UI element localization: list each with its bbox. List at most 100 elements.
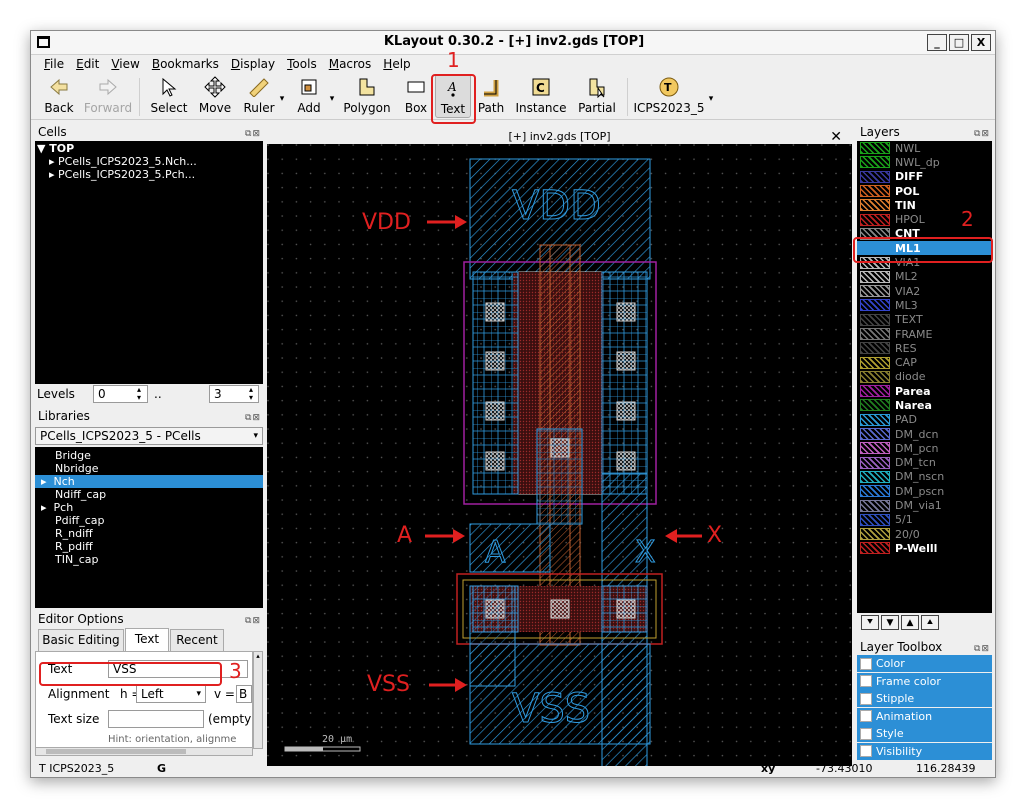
layer-row[interactable]: 20/0: [857, 527, 992, 541]
layer-row[interactable]: 5/1: [857, 513, 992, 527]
lib-item[interactable]: Ndiff_cap: [35, 488, 263, 501]
expand-checkbox-icon[interactable]: [860, 675, 872, 687]
layer-row[interactable]: DM_via1: [857, 498, 992, 512]
move-button[interactable]: Move: [195, 74, 235, 120]
dock-buttons-icon[interactable]: ⧉⊠: [974, 641, 990, 657]
layer-row[interactable]: diode: [857, 370, 992, 384]
maximize-button[interactable]: □: [949, 34, 969, 51]
cell-nch[interactable]: ▸ PCells_ICPS2023_5.Nch...: [37, 155, 261, 168]
instance-button[interactable]: C Instance: [513, 74, 569, 120]
library-select[interactable]: PCells_ICPS2023_5 - PCells ▾: [35, 427, 263, 445]
layer-row[interactable]: DM_dcn: [857, 427, 992, 441]
v-align-select[interactable]: B: [236, 685, 252, 703]
layer-row[interactable]: DM_tcn: [857, 456, 992, 470]
layer-row[interactable]: RES: [857, 341, 992, 355]
expand-checkbox-icon[interactable]: [860, 657, 872, 670]
lib-item[interactable]: TIN_cap: [35, 553, 263, 566]
toolbox-item[interactable]: Frame color: [857, 672, 992, 690]
menu-macros[interactable]: Macros: [329, 55, 372, 73]
dock-buttons-icon[interactable]: ⧉⊠: [245, 410, 261, 426]
layer-row[interactable]: ML3: [857, 298, 992, 312]
ruler-dropdown-arrow[interactable]: ▾: [277, 94, 287, 106]
expand-checkbox-icon[interactable]: [860, 692, 872, 705]
move-up-icon[interactable]: ▲: [901, 615, 919, 630]
partial-button[interactable]: Partial: [575, 74, 619, 120]
menu-file[interactable]: File: [44, 55, 64, 73]
menu-edit[interactable]: Edit: [76, 55, 99, 73]
lib-item[interactable]: R_ndiff: [35, 527, 263, 540]
macro-dropdown-arrow[interactable]: ▾: [705, 94, 717, 106]
layer-row[interactable]: NWL: [857, 141, 992, 155]
h-align-select[interactable]: Left ▾: [136, 685, 206, 703]
layer-row[interactable]: Narea: [857, 398, 992, 412]
expand-checkbox-icon[interactable]: [860, 727, 872, 740]
layer-row[interactable]: DM_pscn: [857, 484, 992, 498]
layer-row[interactable]: POL: [857, 184, 992, 198]
expand-checkbox-icon[interactable]: [860, 710, 872, 722]
lib-item-selected[interactable]: ▸ Nch: [35, 475, 263, 488]
lib-item[interactable]: R_pdiff: [35, 540, 263, 553]
polygon-button[interactable]: Polygon: [337, 74, 397, 120]
back-button[interactable]: Back: [39, 74, 79, 120]
lib-item[interactable]: Pdiff_cap: [35, 514, 263, 527]
editor-scrollbar[interactable]: ▴: [253, 651, 263, 749]
add-button[interactable]: Add: [287, 74, 331, 120]
library-cell-list[interactable]: Bridge Nbridge ▸ Nch Ndiff_cap ▸ Pch Pdi…: [35, 447, 263, 608]
close-button[interactable]: X: [971, 34, 991, 51]
layer-swatch-icon: [860, 328, 890, 340]
lib-item[interactable]: ▸ Pch: [35, 501, 263, 514]
editor-hscrollbar[interactable]: [35, 747, 253, 756]
ruler-button[interactable]: Ruler: [239, 74, 279, 120]
levels-to-spinner-icon[interactable]: ▴ ▾: [249, 386, 253, 402]
dock-buttons-icon[interactable]: ⧉⊠: [245, 126, 261, 142]
layer-row[interactable]: DIFF: [857, 170, 992, 184]
toolbox-item[interactable]: Stipple: [857, 690, 992, 707]
expand-checkbox-icon[interactable]: [860, 745, 872, 757]
window-title: KLayout 0.30.2 - [+] inv2.gds [TOP]: [383, 34, 645, 49]
cell-top[interactable]: ▼ TOP: [37, 142, 261, 155]
layer-row[interactable]: DM_pcn: [857, 441, 992, 455]
box-button[interactable]: Box: [401, 74, 431, 120]
layer-row[interactable]: PAD: [857, 413, 992, 427]
menu-tools[interactable]: Tools: [287, 55, 317, 73]
toolbox-item[interactable]: Animation: [857, 707, 992, 725]
menu-bookmarks[interactable]: Bookmarks: [152, 55, 219, 73]
layer-row[interactable]: P-Welll: [857, 541, 992, 555]
layout-canvas[interactable]: VDD A X VSS VDD A X VSS 20 µm: [267, 144, 852, 766]
lib-item[interactable]: Bridge: [35, 449, 263, 462]
layer-row[interactable]: DM_nscn: [857, 470, 992, 484]
dock-buttons-icon[interactable]: ⧉⊠: [974, 126, 990, 142]
levels-from-spinner-icon[interactable]: ▴ ▾: [137, 386, 141, 402]
cell-tree[interactable]: ▼ TOP ▸ PCells_ICPS2023_5.Nch... ▸ PCell…: [35, 141, 263, 384]
menu-view[interactable]: View: [111, 55, 139, 73]
forward-button[interactable]: Forward: [83, 74, 133, 120]
menu-display[interactable]: Display: [231, 55, 275, 73]
select-button[interactable]: Select: [147, 74, 191, 120]
toolbox-item[interactable]: Visibility: [857, 742, 992, 760]
cell-pch[interactable]: ▸ PCells_ICPS2023_5.Pch...: [37, 168, 261, 181]
layer-row[interactable]: VIA2: [857, 284, 992, 298]
minimize-button[interactable]: _: [927, 34, 947, 51]
layer-row[interactable]: TEXT: [857, 313, 992, 327]
text-size-input[interactable]: [108, 710, 204, 728]
tab-text[interactable]: Text: [125, 628, 169, 651]
move-bottom-icon[interactable]: ⯆: [861, 615, 879, 630]
layer-row[interactable]: Parea: [857, 384, 992, 398]
dock-buttons-icon[interactable]: ⧉⊠: [245, 613, 261, 629]
tab-recent[interactable]: Recent: [170, 629, 224, 651]
layer-row[interactable]: FRAME: [857, 327, 992, 341]
lib-item[interactable]: Nbridge: [35, 462, 263, 475]
layer-row[interactable]: CAP: [857, 355, 992, 369]
path-button[interactable]: Path: [475, 74, 507, 120]
menu-help[interactable]: Help: [383, 55, 410, 73]
box-icon: [401, 74, 431, 100]
toolbox-item[interactable]: Style: [857, 725, 992, 742]
move-top-icon[interactable]: ⯅: [921, 615, 939, 630]
layer-row[interactable]: NWL_dp: [857, 155, 992, 169]
icps-macro-button[interactable]: T ICPS2023_5: [633, 74, 705, 120]
move-down-icon[interactable]: ▼: [881, 615, 899, 630]
tab-basic-editing[interactable]: Basic Editing: [38, 629, 124, 651]
layer-row[interactable]: ML2: [857, 270, 992, 284]
add-dropdown-arrow[interactable]: ▾: [327, 94, 337, 106]
toolbox-item[interactable]: Color: [857, 655, 992, 672]
